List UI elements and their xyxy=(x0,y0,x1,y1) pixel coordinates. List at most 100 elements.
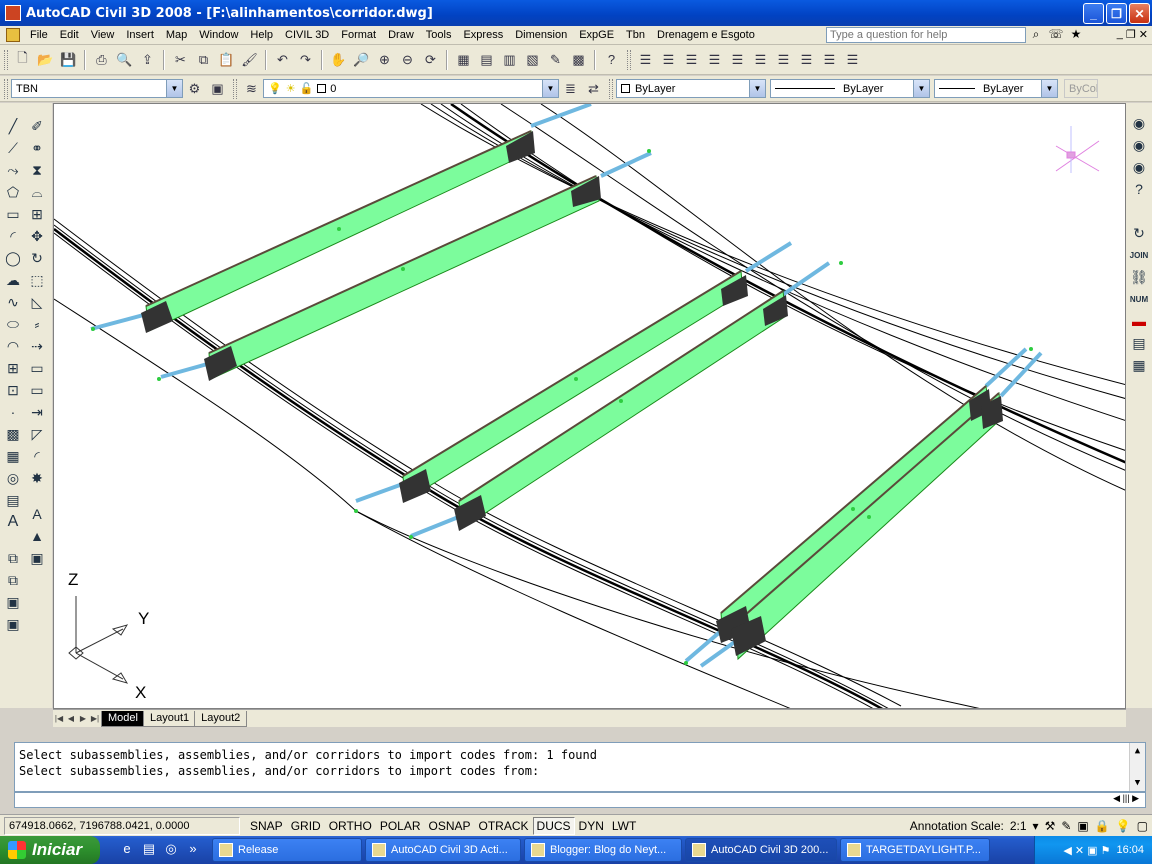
linetype-combo[interactable]: ByLayer ▼ xyxy=(770,79,930,98)
link-icon[interactable]: ⛓ xyxy=(1129,267,1149,287)
ellipse-icon[interactable]: ⬭ xyxy=(3,314,23,334)
browser-icon[interactable]: ◎ xyxy=(162,841,180,859)
start-button[interactable]: Iniciar xyxy=(0,836,100,864)
save-icon[interactable]: 💾 xyxy=(58,49,79,70)
snap-toggle[interactable]: SNAP xyxy=(246,817,287,835)
command-input[interactable]: ◀ ||| ▶ xyxy=(14,792,1146,808)
publish-icon[interactable]: ⇪ xyxy=(137,49,158,70)
text-tool-icon[interactable]: A xyxy=(27,504,47,524)
layer-manager-icon[interactable]: ≋ xyxy=(241,78,262,99)
tray-icons[interactable]: ◀ ✕ ▣ ⚑ xyxy=(1063,844,1110,857)
next-tab-icon[interactable]: ▶ xyxy=(77,714,89,723)
polar-toggle[interactable]: POLAR xyxy=(376,817,425,835)
toolbar-grip[interactable] xyxy=(4,49,8,70)
help-icon[interactable]: ? xyxy=(601,49,622,70)
document-icon[interactable] xyxy=(6,28,20,42)
make-current-layer-icon[interactable]: ≣ xyxy=(560,78,581,99)
mirror-icon[interactable]: ⧗ xyxy=(27,160,47,180)
orbit-globe-icon[interactable]: ◉ xyxy=(1129,113,1149,133)
ortho-toggle[interactable]: ORTHO xyxy=(325,817,376,835)
chevron-down-icon[interactable]: ▼ xyxy=(749,80,765,97)
more-icon[interactable]: » xyxy=(184,841,202,859)
auto-scale-icon[interactable]: ✎ xyxy=(1061,819,1071,833)
cone-icon[interactable]: ▲ xyxy=(27,526,47,546)
draworder-below-icon[interactable]: ▣ xyxy=(3,614,23,634)
point-icon[interactable]: · xyxy=(3,402,23,422)
orbit-icon[interactable]: ⟳ xyxy=(420,49,441,70)
menu-map[interactable]: Map xyxy=(160,29,193,41)
text-style-combo[interactable]: TBN ▼ xyxy=(11,79,183,98)
orbit-globe-3-icon[interactable]: ◉ xyxy=(1129,157,1149,177)
grid-toggle[interactable]: GRID xyxy=(287,817,325,835)
hatch-icon[interactable]: ▩ xyxy=(3,424,23,444)
layer-tool-6-icon[interactable]: ☰ xyxy=(750,49,771,70)
chevron-down-icon[interactable]: ▾ xyxy=(1033,819,1039,833)
cut-icon[interactable]: ✂ xyxy=(170,49,191,70)
explode-icon[interactable]: ✸ xyxy=(27,468,47,488)
offset-icon[interactable]: ⌓ xyxy=(27,182,47,202)
layer-lock-icon[interactable]: 🔓 xyxy=(300,82,314,95)
osnap-toggle[interactable]: OSNAP xyxy=(425,817,475,835)
layer-tool-1-icon[interactable]: ☰ xyxy=(635,49,656,70)
fillet-icon[interactable]: ◜ xyxy=(27,446,47,466)
ie-icon[interactable]: e xyxy=(118,841,136,859)
menu-expge[interactable]: ExpGE xyxy=(573,29,620,41)
erase-icon[interactable]: ✐ xyxy=(27,116,47,136)
layer-tool-10-icon[interactable]: ☰ xyxy=(842,49,863,70)
menu-tbn[interactable]: Tbn xyxy=(620,29,651,41)
line-icon[interactable]: ╱ xyxy=(3,116,23,136)
copy-object-icon[interactable]: ⚭ xyxy=(27,138,47,158)
orbit-globe-2-icon[interactable]: ◉ xyxy=(1129,135,1149,155)
task-targetdaylight[interactable]: TARGETDAYLIGHT.P... xyxy=(840,838,990,862)
join-icon[interactable]: ⇥ xyxy=(27,402,47,422)
menu-file[interactable]: File xyxy=(24,29,54,41)
spline-icon[interactable]: ∿ xyxy=(3,292,23,312)
properties-icon[interactable]: ▦ xyxy=(453,49,474,70)
rectangle-icon[interactable]: ▭ xyxy=(3,204,23,224)
layer-freeze-icon[interactable]: ☀ xyxy=(286,82,296,95)
communication-center-icon[interactable]: ☏ xyxy=(1048,27,1064,43)
doc-minimize-button[interactable]: _ xyxy=(1117,28,1123,41)
draworder-back-icon[interactable]: ⧉ xyxy=(3,570,23,590)
chamfer-icon[interactable]: ◸ xyxy=(27,424,47,444)
new-icon[interactable]: 🗋 xyxy=(12,49,33,70)
menu-draw[interactable]: Draw xyxy=(382,29,420,41)
menu-help[interactable]: Help xyxy=(244,29,279,41)
chevron-down-icon[interactable]: ▼ xyxy=(913,80,929,97)
text-style-manager-icon[interactable]: ⚙ xyxy=(184,78,205,99)
multiline-text-icon[interactable]: A xyxy=(3,512,23,532)
pipe-icon[interactable]: ▬ xyxy=(1129,311,1149,331)
polygon-icon[interactable]: ⬠ xyxy=(3,182,23,202)
help-circle-icon[interactable]: ? xyxy=(1129,179,1149,199)
refresh-icon[interactable]: ↻ xyxy=(1129,223,1149,243)
help-search-input[interactable] xyxy=(826,27,1026,43)
ellipse-arc-icon[interactable]: ◠ xyxy=(3,336,23,356)
dyn-toggle[interactable]: DYN xyxy=(575,817,608,835)
match-properties-icon[interactable]: 🖌 xyxy=(239,49,260,70)
plot-preview-icon[interactable]: 🔍 xyxy=(114,49,135,70)
menu-drenagem[interactable]: Drenagem e Esgoto xyxy=(651,29,761,41)
trim-icon[interactable]: ⸗ xyxy=(27,314,47,334)
chevron-down-icon[interactable]: ▼ xyxy=(542,80,558,97)
chevron-down-icon[interactable]: ▼ xyxy=(166,80,182,97)
bulb-icon[interactable]: 💡 xyxy=(1116,819,1131,833)
rotate-icon[interactable]: ↻ xyxy=(27,248,47,268)
num-tool-icon[interactable]: NUM xyxy=(1129,289,1149,309)
lwt-toggle[interactable]: LWT xyxy=(608,817,640,835)
lineweight-combo[interactable]: ByLayer ▼ xyxy=(934,79,1058,98)
command-scrollbar[interactable]: ▲ ▼ xyxy=(1129,743,1145,791)
otrack-toggle[interactable]: OTRACK xyxy=(475,817,533,835)
menu-express[interactable]: Express xyxy=(457,29,509,41)
polyline-icon[interactable]: ⤳ xyxy=(3,160,23,180)
gradient-icon[interactable]: ▦ xyxy=(3,446,23,466)
join-tool-icon[interactable]: JOIN xyxy=(1129,245,1149,265)
chevron-down-icon[interactable]: ▼ xyxy=(1041,80,1057,97)
menu-insert[interactable]: Insert xyxy=(120,29,160,41)
design-center-icon[interactable]: ▤ xyxy=(476,49,497,70)
restore-button[interactable]: ❐ xyxy=(1106,3,1127,24)
tab-layout1[interactable]: Layout1 xyxy=(142,710,197,727)
layer-tool-7-icon[interactable]: ☰ xyxy=(773,49,794,70)
zoom-window-icon[interactable]: ⊕ xyxy=(374,49,395,70)
layer-previous-icon[interactable]: ⇄ xyxy=(583,78,604,99)
prev-tab-icon[interactable]: ◀ xyxy=(65,714,77,723)
